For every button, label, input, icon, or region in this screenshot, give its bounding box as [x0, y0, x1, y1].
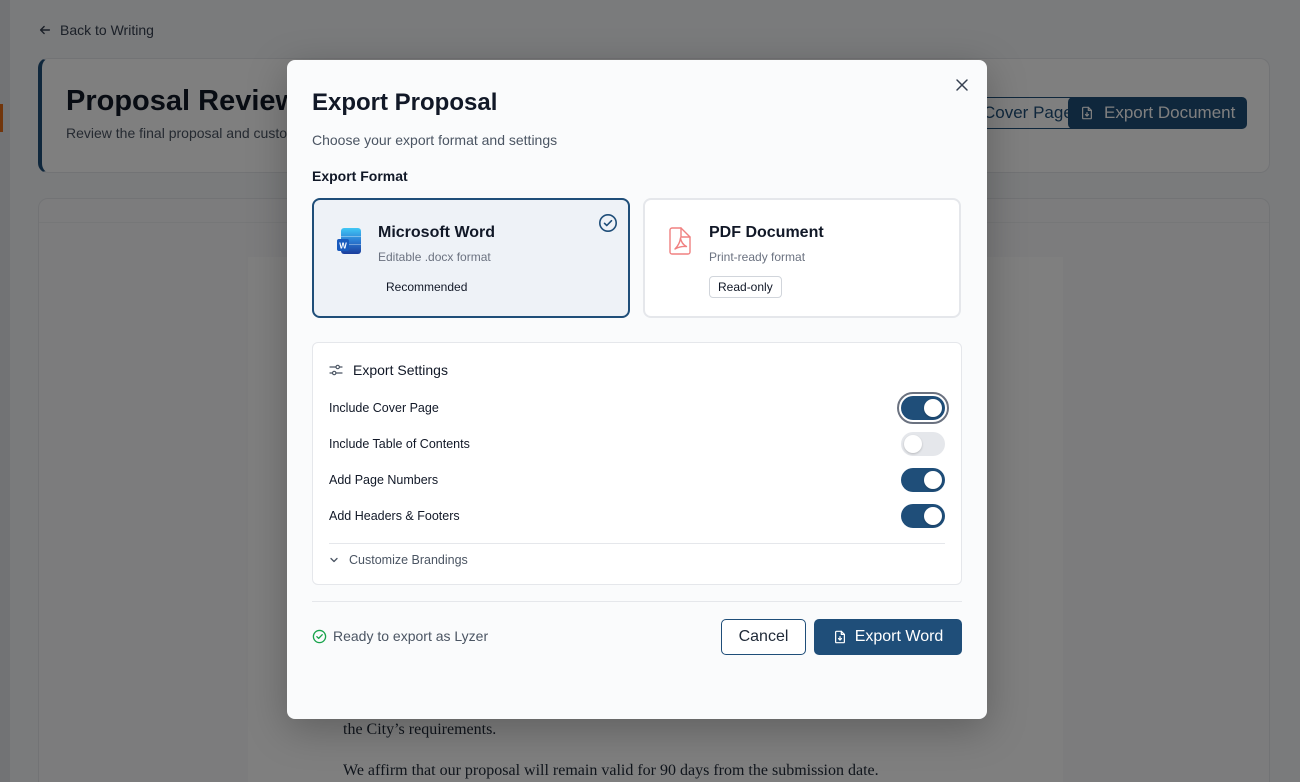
export-settings-header: Export Settings [329, 362, 448, 378]
format-description: Editable .docx format [378, 250, 491, 264]
setting-include-cover-page: Include Cover Page [329, 392, 949, 424]
sliders-icon [329, 364, 343, 376]
setting-label: Add Headers & Footers [329, 509, 460, 523]
cancel-button-label: Cancel [738, 628, 789, 645]
setting-include-toc: Include Table of Contents [329, 431, 945, 457]
setting-label: Include Table of Contents [329, 437, 470, 451]
export-word-button-label: Export Word [854, 628, 944, 645]
word-icon: W [337, 228, 361, 254]
modal-title: Export Proposal [312, 89, 498, 116]
setting-page-numbers: Add Page Numbers [329, 467, 945, 493]
toc-toggle[interactable] [901, 432, 945, 456]
toggle-knob [924, 399, 942, 417]
recommended-badge: Recommended [386, 280, 468, 294]
export-word-button[interactable]: Export Word [814, 619, 962, 655]
export-status: Ready to export as Lyzer [312, 628, 488, 644]
export-settings-panel: Export Settings Include Cover Page Inclu… [312, 342, 962, 585]
svg-text:W: W [339, 242, 347, 251]
setting-headers-footers: Add Headers & Footers [329, 503, 945, 529]
customize-brandings-label: Customize Brandings [349, 553, 468, 567]
toggle-knob [904, 435, 922, 453]
pdf-icon [669, 227, 691, 255]
format-title: PDF Document [709, 224, 824, 241]
export-settings-title: Export Settings [353, 362, 448, 378]
cancel-button[interactable]: Cancel [721, 619, 806, 655]
toggle-knob [924, 507, 942, 525]
format-option-word[interactable]: W Microsoft Word Editable .docx format R… [312, 198, 630, 318]
toggle-knob [924, 471, 942, 489]
read-only-badge: Read-only [709, 276, 782, 298]
format-title: Microsoft Word [378, 224, 496, 241]
page-numbers-toggle[interactable] [901, 468, 945, 492]
cover-page-toggle[interactable] [897, 392, 949, 424]
divider [329, 543, 945, 544]
headers-footers-toggle[interactable] [901, 504, 945, 528]
chevron-down-icon [330, 557, 338, 563]
check-circle-icon [312, 629, 327, 643]
export-format-label: Export Format [312, 168, 408, 184]
export-modal: Export Proposal Choose your export forma… [287, 60, 987, 719]
close-icon[interactable] [955, 78, 969, 92]
check-circle-icon [599, 214, 617, 232]
format-option-pdf[interactable]: PDF Document Print-ready format Read-onl… [643, 198, 961, 318]
divider [312, 601, 962, 602]
modal-subtitle: Choose your export format and settings [312, 132, 558, 148]
file-download-icon [834, 630, 845, 644]
setting-label: Add Page Numbers [329, 473, 439, 487]
setting-label: Include Cover Page [329, 401, 439, 415]
customize-brandings-toggle[interactable]: Customize Brandings [329, 553, 468, 567]
export-status-text: Ready to export as Lyzer [333, 628, 489, 644]
format-description: Print-ready format [709, 250, 806, 264]
